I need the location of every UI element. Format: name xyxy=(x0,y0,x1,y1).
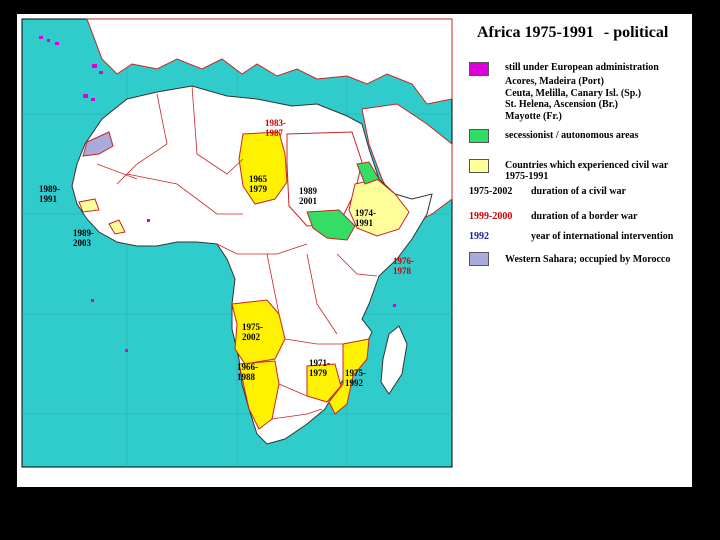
label-mozambique-start: 1975- xyxy=(345,368,366,378)
european-label: still under European administration xyxy=(505,62,659,73)
label-mozambique-end: 1992 xyxy=(345,378,364,388)
frame-bottom-strip xyxy=(17,469,692,487)
africa-map: 1983- 1987 1965 1979 1989 2001 1974- 199… xyxy=(17,14,457,469)
civil-war-swatch xyxy=(469,159,489,173)
european-items-list: Acores, Madeira (Port) Ceuta, Melilla, C… xyxy=(505,76,641,122)
civil-war-years: 1975-1991 xyxy=(505,171,549,182)
label-somalia-end: 1978 xyxy=(393,266,412,276)
label-namibia-start: 1966- xyxy=(237,362,258,372)
civil-war-label: Countries which experienced civil war xyxy=(505,160,669,171)
map-frame: 1983- 1987 1965 1979 1989 2001 1974- 199… xyxy=(17,14,692,469)
intervention-example-years: 1992 xyxy=(469,231,489,242)
label-namibia-end: 1988 xyxy=(237,372,256,382)
label-sudan-end: 2001 xyxy=(299,196,318,206)
label-libya-chad-war-start: 1983- xyxy=(265,118,286,128)
map-title-suffix: - political xyxy=(603,24,669,41)
label-senegal-end: 1991 xyxy=(39,194,58,204)
label-ethiopia-end: 1991 xyxy=(355,218,374,228)
label-chad-end: 1979 xyxy=(249,184,268,194)
secessionist-swatch xyxy=(469,129,489,143)
label-senegal-start: 1989- xyxy=(39,184,60,194)
civil-war-example-text: duration of a civil war xyxy=(531,186,626,197)
intervention-example-text: year of international intervention xyxy=(531,231,674,242)
label-angola-end: 2002 xyxy=(242,332,261,342)
western-sahara-label: Western Sahara; occupied by Morocco xyxy=(505,254,671,265)
map-title-main: Africa 1975-1991 xyxy=(477,24,594,41)
western-sahara-swatch xyxy=(469,252,489,266)
label-liberia-start: 1989- xyxy=(73,228,94,238)
border-war-example-text: duration of a border war xyxy=(531,211,638,222)
european-item: St. Helena, Ascension (Br.) xyxy=(505,99,618,110)
label-sudan-start: 1989 xyxy=(299,186,318,196)
label-zimbabwe-end: 1979 xyxy=(309,368,328,378)
label-libya-chad-war-end: 1987 xyxy=(265,128,284,138)
civil-war-example-years: 1975-2002 xyxy=(469,186,513,197)
european-item: Mayotte (Fr.) xyxy=(505,110,562,122)
european-item: Acores, Madeira (Port) xyxy=(505,76,604,87)
label-zimbabwe-start: 1971- xyxy=(309,358,330,368)
legend-panel: Africa 1975-1991 - political still under … xyxy=(457,14,692,469)
european-item: Ceuta, Melilla, Canary Isl. (Sp.) xyxy=(505,87,642,99)
secessionist-label: secessionist / autonomous areas xyxy=(505,130,639,141)
label-angola-start: 1975- xyxy=(242,322,263,332)
label-somalia-start: 1976- xyxy=(393,256,414,266)
european-swatch xyxy=(469,62,489,76)
label-chad-start: 1965 xyxy=(249,174,268,184)
border-war-example-years: 1999-2000 xyxy=(469,211,513,222)
senegal-region xyxy=(78,198,100,213)
label-liberia-end: 2003 xyxy=(73,238,92,248)
map-title: Africa 1975-1991 - political xyxy=(477,24,668,42)
label-ethiopia-start: 1974- xyxy=(355,208,376,218)
